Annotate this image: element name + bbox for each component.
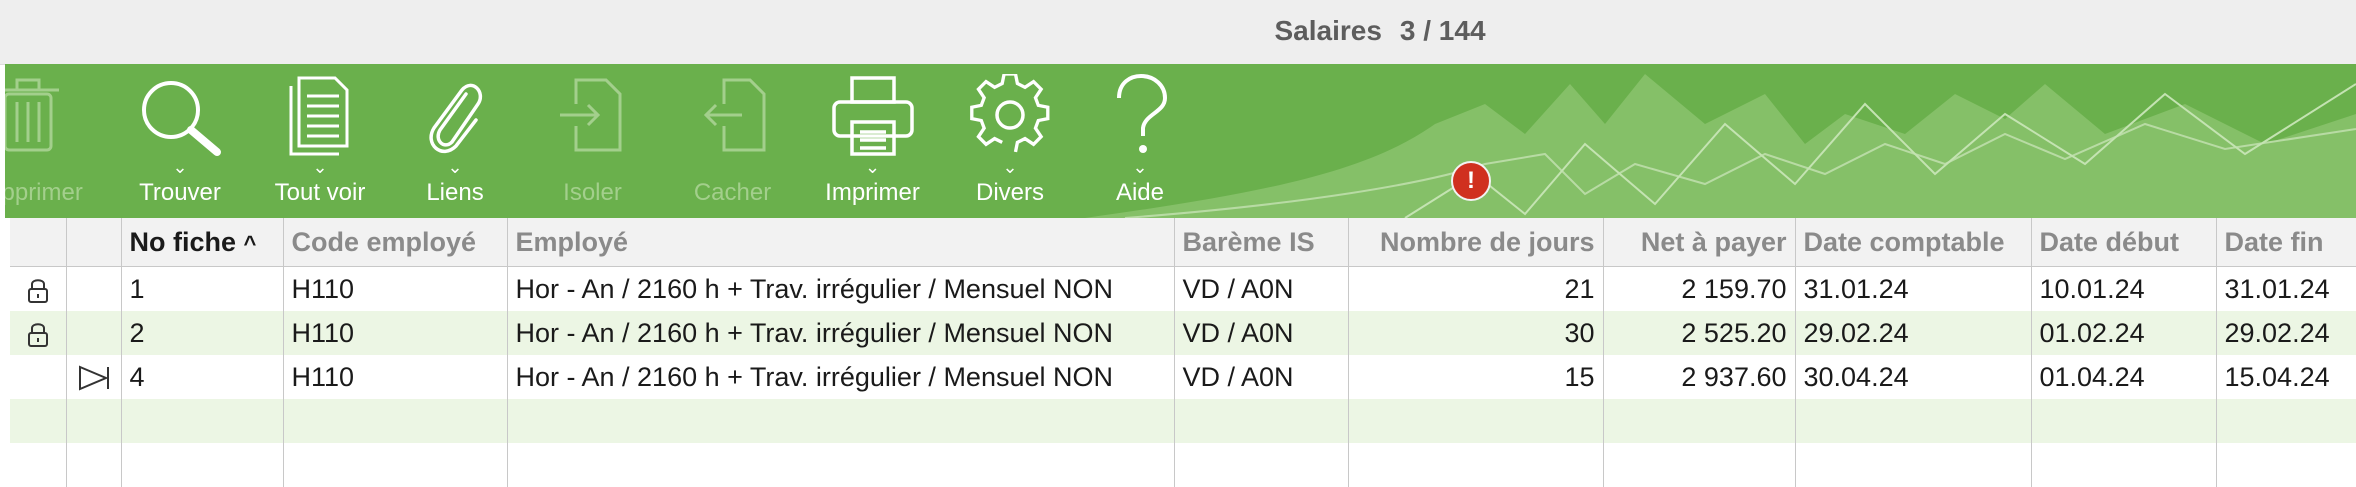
- help-button[interactable]: ⌄ Aide: [1090, 64, 1190, 218]
- show-all-button-label: Tout voir: [274, 179, 366, 206]
- document-list-icon: [289, 76, 349, 156]
- cell-nombre-jours: 15: [1348, 355, 1604, 399]
- column-header-net-a-payer[interactable]: Net à payer: [1603, 218, 1796, 267]
- toolbar: Supprimer ⌄ Trouver ⌄ Tout voir ⌄ Li: [5, 64, 2356, 218]
- lock-column-header: [10, 218, 67, 267]
- cell-date-debut: 10.01.24: [2031, 266, 2217, 311]
- cell-bareme-is: VD / A0N: [1174, 311, 1349, 355]
- title-bar: Salaires 3 / 144: [0, 0, 2356, 65]
- links-button-label: Liens: [426, 179, 484, 206]
- delete-button[interactable]: Supprimer: [5, 64, 95, 218]
- cell-nombre-jours: 30: [1348, 311, 1604, 355]
- chevron-down-icon: ⌄: [1002, 157, 1018, 177]
- cell-code-employe: H110: [283, 355, 508, 399]
- isolate-button-label: Isoler: [563, 179, 622, 206]
- record-count: 3 / 144: [1399, 15, 1486, 46]
- chevron-down-icon: ⌄: [447, 157, 463, 177]
- table-row[interactable]: 2 H110 Hor - An / 2160 h + Trav. irrégul…: [10, 311, 2356, 355]
- cell-bareme-is: VD / A0N: [1174, 266, 1349, 311]
- column-header-date-debut[interactable]: Date début: [2031, 218, 2217, 267]
- cell-no-fiche: 1: [121, 266, 284, 311]
- cell-date-comptable: 30.04.24: [1795, 355, 2032, 399]
- column-header-date-comptable[interactable]: Date comptable: [1795, 218, 2032, 267]
- cell-date-comptable: 29.02.24: [1795, 311, 2032, 355]
- cell-no-fiche: 4: [121, 355, 284, 399]
- alert-badge[interactable]: !: [1451, 161, 1491, 201]
- cursor-cell: [66, 355, 122, 399]
- misc-button-label: Divers: [975, 179, 1044, 206]
- cell-date-fin: 15.04.24: [2216, 355, 2356, 399]
- cell-net-a-payer: 2 525.20: [1603, 311, 1796, 355]
- cell-no-fiche: 2: [121, 311, 284, 355]
- cell-net-a-payer: 2 159.70: [1603, 266, 1796, 311]
- misc-button[interactable]: ⌄ Divers: [950, 64, 1070, 218]
- sort-ascending-icon: ^: [243, 230, 257, 256]
- printer-icon: [831, 76, 914, 156]
- print-button[interactable]: ⌄ Imprimer: [810, 64, 935, 218]
- chevron-down-icon: ⌄: [312, 157, 328, 177]
- question-icon: [1117, 74, 1168, 153]
- cursor-cell: [66, 311, 122, 355]
- cell-code-employe: H110: [283, 311, 508, 355]
- trash-icon: [5, 78, 59, 152]
- lock-icon: [27, 279, 48, 304]
- column-header-nombre-jours[interactable]: Nombre de jours: [1348, 218, 1604, 267]
- hide-button[interactable]: Cacher: [670, 64, 795, 218]
- window-title-text: Salaires: [1274, 15, 1382, 46]
- find-button-label: Trouver: [139, 179, 221, 206]
- cursor-column-header: [66, 218, 122, 267]
- column-header-date-fin[interactable]: Date fin: [2216, 218, 2356, 267]
- cursor-cell: [66, 266, 122, 311]
- cell-employe: Hor - An / 2160 h + Trav. irrégulier / M…: [507, 266, 1175, 311]
- isolate-icon: [559, 78, 621, 152]
- chevron-down-icon: ⌄: [864, 157, 881, 177]
- search-icon: [142, 81, 221, 156]
- cell-nombre-jours: 21: [1348, 266, 1604, 311]
- empty-row: [10, 443, 2356, 487]
- chevron-down-icon: ⌄: [1132, 157, 1148, 177]
- lock-icon: [27, 323, 48, 348]
- records-table: No fiche ^ Code employé Employé Barème I…: [10, 218, 2356, 487]
- cell-date-debut: 01.04.24: [2031, 355, 2217, 399]
- column-header-no-fiche[interactable]: No fiche ^: [121, 218, 284, 267]
- table-row-current[interactable]: 4 H110 Hor - An / 2160 h + Trav. irrégul…: [10, 355, 2356, 399]
- delete-button-label: Supprimer: [5, 179, 83, 206]
- print-button-label: Imprimer: [825, 179, 920, 206]
- isolate-button[interactable]: Isoler: [530, 64, 655, 218]
- empty-row: [10, 399, 2356, 443]
- column-header-bareme-is[interactable]: Barème IS: [1174, 218, 1349, 267]
- find-button[interactable]: ⌄ Trouver: [120, 64, 240, 218]
- column-header-label: No fiche: [129, 226, 237, 257]
- paperclip-icon: [429, 83, 483, 154]
- column-header-code-employe[interactable]: Code employé: [283, 218, 508, 267]
- window-title: Salaires 3 / 144: [1180, 15, 1580, 47]
- cell-date-debut: 01.02.24: [2031, 311, 2217, 355]
- column-header-employe[interactable]: Employé: [507, 218, 1175, 267]
- cell-net-a-payer: 2 937.60: [1603, 355, 1796, 399]
- current-record-arrow-icon: [78, 365, 109, 391]
- cell-bareme-is: VD / A0N: [1174, 355, 1349, 399]
- hide-icon: [703, 78, 765, 152]
- cell-code-employe: H110: [283, 266, 508, 311]
- lock-cell: [10, 311, 67, 355]
- table-header-row: No fiche ^ Code employé Employé Barème I…: [10, 218, 2356, 267]
- gear-icon: [970, 74, 1050, 153]
- help-button-label: Aide: [1115, 179, 1165, 206]
- cell-date-comptable: 31.01.24: [1795, 266, 2032, 311]
- cell-date-fin: 31.01.24: [2216, 266, 2356, 311]
- chevron-down-icon: ⌄: [172, 157, 188, 177]
- table-row[interactable]: 1 H110 Hor - An / 2160 h + Trav. irrégul…: [10, 266, 2356, 311]
- hide-button-label: Cacher: [693, 179, 772, 206]
- show-all-button[interactable]: ⌄ Tout voir: [255, 64, 385, 218]
- lock-cell: [10, 266, 67, 311]
- cell-employe: Hor - An / 2160 h + Trav. irrégulier / M…: [507, 355, 1175, 399]
- cell-date-fin: 29.02.24: [2216, 311, 2356, 355]
- links-button[interactable]: ⌄ Liens: [395, 64, 515, 218]
- cell-employe: Hor - An / 2160 h + Trav. irrégulier / M…: [507, 311, 1175, 355]
- lock-cell: [10, 355, 67, 399]
